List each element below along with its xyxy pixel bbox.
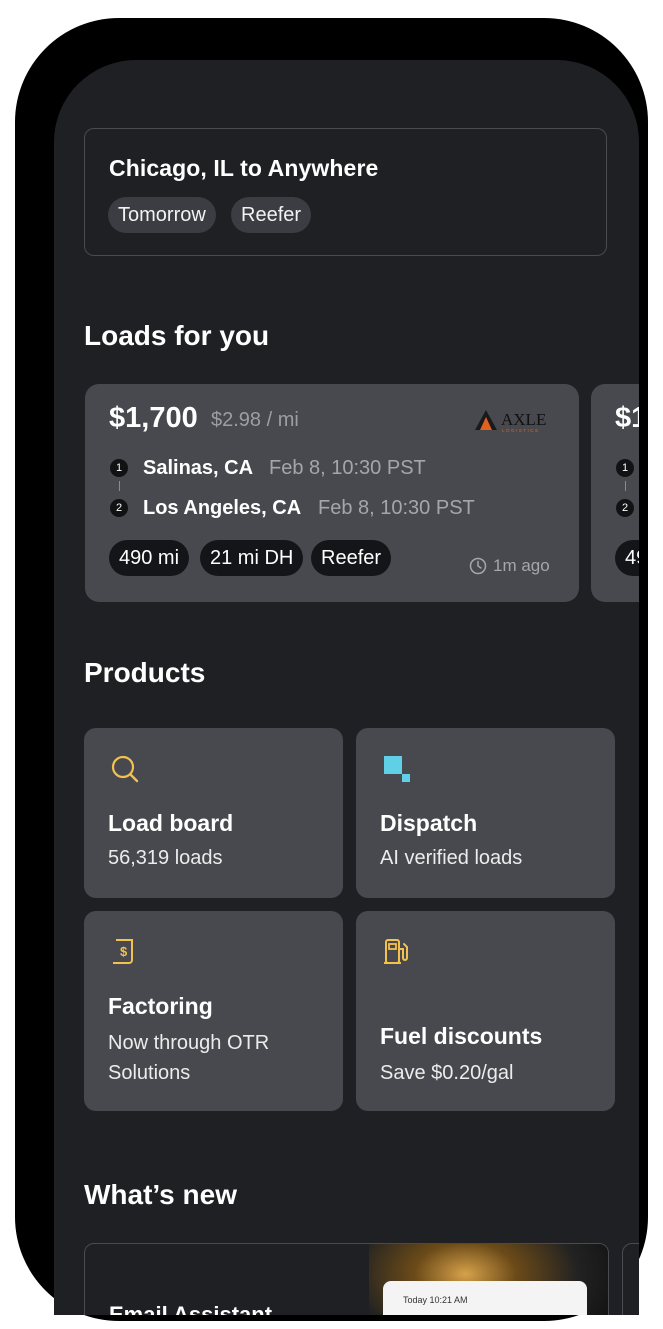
equipment-chip: Reefer xyxy=(311,540,392,576)
clock-icon xyxy=(469,557,487,575)
product-fuel-discounts[interactable]: Fuel discounts Save $0.20/gal xyxy=(356,911,615,1111)
dropoff-city: Los Angeles, CA xyxy=(143,497,302,519)
stop-number: 1 xyxy=(616,459,634,477)
distance-chip: 490 mi xyxy=(109,540,190,576)
broker-logo-subtext: LOGISTICS xyxy=(502,428,540,433)
product-factoring[interactable]: $ Factoring Now through OTR Solutions xyxy=(84,911,343,1111)
products-section-title: Products xyxy=(84,657,206,688)
news-title: Email Assistant xyxy=(109,1302,273,1315)
product-subtitle: AI verified loads xyxy=(380,847,523,869)
load-card[interactable]: $1,700 $2.98 / mi AXLE LOGISTICS 1 2 Sal… xyxy=(85,384,579,602)
load-card-peek[interactable]: $1 1 2 49 xyxy=(591,384,639,602)
device-frame: Chicago, IL to Anywhere Tomorrow Reefer … xyxy=(15,18,648,1321)
broker-logo-text: AXLE xyxy=(501,410,546,429)
dispatch-icon xyxy=(382,754,412,789)
search-title: Chicago, IL to Anywhere xyxy=(109,155,379,181)
news-card-peek[interactable] xyxy=(622,1243,639,1315)
stop-connector xyxy=(119,481,120,491)
load-price: $1,700 xyxy=(109,402,198,434)
stop-connector xyxy=(625,481,626,491)
product-title: Fuel discounts xyxy=(380,1023,543,1049)
app-screen: Chicago, IL to Anywhere Tomorrow Reefer … xyxy=(54,60,639,1315)
search-summary-card[interactable]: Chicago, IL to Anywhere Tomorrow Reefer xyxy=(84,128,607,256)
stop-number: 2 xyxy=(110,499,128,517)
product-title: Factoring xyxy=(108,993,213,1019)
product-subtitle: Save $0.20/gal xyxy=(380,1062,514,1084)
product-title: Dispatch xyxy=(380,810,478,836)
svg-text:$: $ xyxy=(120,944,128,959)
product-subtitle-line: Solutions xyxy=(108,1062,191,1084)
product-subtitle: 56,319 loads xyxy=(108,847,223,869)
invoice-dollar-icon: $ xyxy=(110,937,140,972)
news-section-title: What’s new xyxy=(84,1179,237,1210)
peek-chip: 49 xyxy=(615,540,639,576)
news-card[interactable]: Email Assistant Today 10:21 AM xyxy=(84,1243,609,1315)
posted-time-label: 1m ago xyxy=(493,556,550,575)
stop-number: 1 xyxy=(110,459,128,477)
broker-logo: AXLE LOGISTICS xyxy=(475,408,557,434)
news-image: Today 10:21 AM xyxy=(369,1244,608,1315)
search-icon xyxy=(110,754,140,789)
product-title: Load board xyxy=(108,810,234,836)
deadhead-chip: 21 mi DH xyxy=(200,540,304,576)
pickup-city: Salinas, CA xyxy=(143,457,254,479)
peek-price: $1 xyxy=(615,402,639,434)
load-rate: $2.98 / mi xyxy=(211,409,299,431)
equipment-chip[interactable]: Reefer xyxy=(231,197,312,233)
product-dispatch[interactable]: Dispatch AI verified loads xyxy=(356,728,615,898)
dropoff-time: Feb 8, 10:30 PST xyxy=(318,497,475,519)
loads-section-title: Loads for you xyxy=(84,320,270,351)
product-load-board[interactable]: Load board 56,319 loads xyxy=(84,728,343,898)
notification-preview: Today 10:21 AM xyxy=(383,1281,587,1315)
product-subtitle-line: Now through OTR xyxy=(108,1032,270,1054)
posted-time: 1m ago xyxy=(469,556,550,576)
date-chip[interactable]: Tomorrow xyxy=(108,197,216,233)
stop-number: 2 xyxy=(616,499,634,517)
fuel-pump-icon xyxy=(382,937,412,972)
product-subtitle: Now through OTR Solutions xyxy=(108,1028,269,1088)
pickup-time: Feb 8, 10:30 PST xyxy=(269,457,426,479)
